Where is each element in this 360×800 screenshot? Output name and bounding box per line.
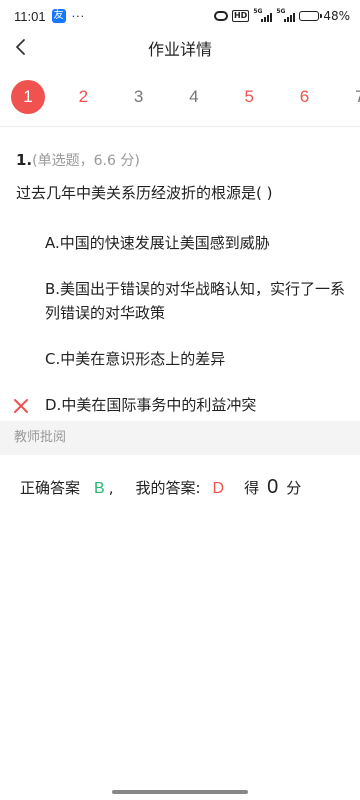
question-header: 1.(单选题，6.6 分) — [16, 150, 140, 170]
question-number-1[interactable]: 1 — [11, 80, 45, 114]
question-text: 过去几年中美关系历经波折的根源是( ) — [16, 184, 273, 202]
my-answer-value: D — [212, 480, 225, 497]
option-d: D.中美在国际事务中的利益冲突 — [0, 393, 360, 417]
battery-percent: 48% — [323, 9, 350, 23]
signal-icon: 5G — [253, 8, 273, 22]
link-icon — [213, 11, 228, 21]
option-c: C.中美在意识形态上的差异 — [45, 350, 226, 368]
score-value: 0 — [267, 476, 279, 498]
divider — [0, 126, 360, 127]
more-notifications-icon: ··· — [71, 9, 86, 23]
question-number-5[interactable]: 5 — [232, 80, 266, 114]
wrong-mark-icon — [14, 399, 28, 413]
question-number-strip[interactable]: 1234567 — [0, 74, 360, 120]
correct-answer-label: 正确答案 — [20, 479, 81, 497]
option-a: A.中国的快速发展让美国感到威胁 — [45, 234, 270, 252]
hd-voice-icon: HD — [231, 10, 250, 22]
question-number-7[interactable]: 7 — [343, 80, 360, 114]
my-answer-label: 我的答案: — [135, 479, 201, 497]
question-number-4[interactable]: 4 — [177, 80, 211, 114]
status-time: 11:01 — [14, 8, 46, 24]
page-title: 作业详情 — [147, 40, 212, 59]
nav-bar: 作业详情 — [0, 32, 360, 62]
options-list: A.中国的快速发展让美国感到威胁 B.美国出于错误的对华战略认知，实行了一系列错… — [0, 231, 360, 417]
status-bar: 11:01 友 ··· HD 5G 5G 48% — [0, 0, 360, 32]
home-indicator[interactable] — [112, 790, 248, 794]
question-number-3[interactable]: 3 — [122, 80, 156, 114]
signal-icon-2: 5G — [276, 8, 296, 22]
score-unit: 分 — [286, 479, 302, 497]
option-b: B.美国出于错误的对华战略认知，实行了一系列错误的对华政策 — [45, 280, 346, 322]
question-number-2[interactable]: 2 — [66, 80, 100, 114]
correct-answer-value: B — [94, 480, 105, 497]
question-number: 1. — [16, 151, 33, 169]
app-notification-icon: 友 — [51, 9, 66, 23]
answer-summary: 正确答案 B , 我的答案: D 得 0 分 — [20, 476, 301, 499]
battery-icon — [299, 11, 323, 21]
answer-separator: , — [108, 479, 114, 497]
question-number-6[interactable]: 6 — [288, 80, 322, 114]
question-meta: (单选题，6.6 分) — [32, 153, 140, 169]
score-label: 得 — [244, 479, 260, 497]
review-section-header: 教师批阅 — [0, 421, 360, 455]
